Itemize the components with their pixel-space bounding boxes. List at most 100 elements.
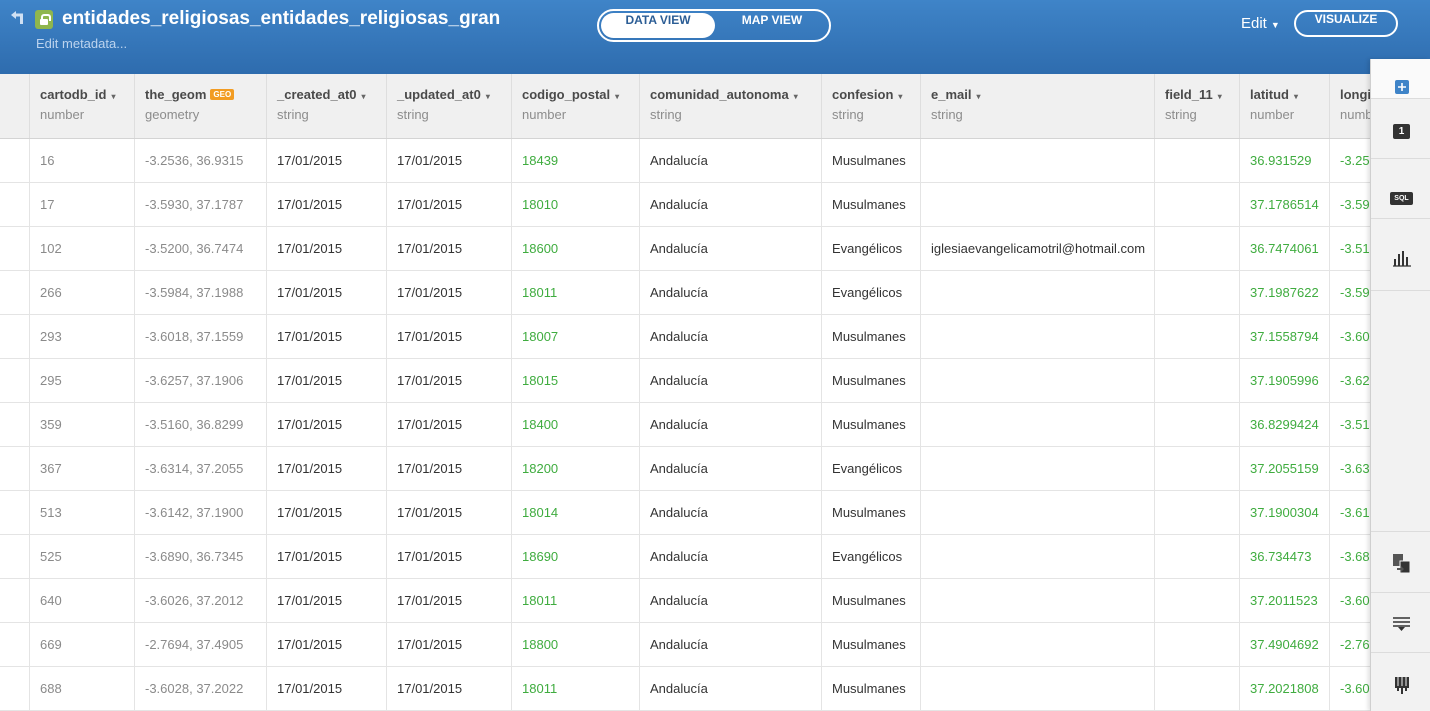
table-cell[interactable]: 17/01/2015 [266, 579, 386, 623]
table-cell[interactable]: 17/01/2015 [266, 491, 386, 535]
table-cell[interactable]: 669 [29, 623, 134, 667]
table-cell[interactable]: Musulmanes [821, 667, 920, 711]
table-cell[interactable]: -3.2536, 36.9315 [134, 139, 266, 183]
table-cell[interactable] [920, 359, 1154, 403]
table-cell[interactable]: 17/01/2015 [266, 667, 386, 711]
table-cell[interactable]: -3.6314, 37.2055 [134, 447, 266, 491]
table-cell[interactable]: 37.2011523 [1239, 579, 1329, 623]
table-cell[interactable]: 359 [29, 403, 134, 447]
table-cell[interactable] [1154, 227, 1239, 271]
table-cell[interactable]: 17/01/2015 [386, 667, 511, 711]
table-cell[interactable]: -3.5984, 37.1988 [134, 271, 266, 315]
table-cell[interactable]: 293 [29, 315, 134, 359]
histogram-button[interactable] [1371, 219, 1430, 291]
table-cell[interactable]: -3.6257, 37.1906 [134, 359, 266, 403]
table-cell[interactable] [920, 183, 1154, 227]
table-cell[interactable]: 17/01/2015 [386, 183, 511, 227]
table-cell[interactable]: Andalucía [639, 271, 821, 315]
table-cell[interactable] [1154, 447, 1239, 491]
table-cell[interactable]: 640 [29, 579, 134, 623]
table-cell[interactable]: 17/01/2015 [386, 491, 511, 535]
column-header--updated-at0[interactable]: _updated_at0 ▾ string [386, 74, 511, 138]
chevron-down-icon[interactable]: ▾ [486, 92, 490, 101]
chevron-down-icon[interactable]: ▾ [111, 92, 115, 101]
table-cell[interactable]: 17/01/2015 [266, 623, 386, 667]
table-cell[interactable] [920, 579, 1154, 623]
table-cell[interactable]: 17/01/2015 [266, 315, 386, 359]
table-cell[interactable]: 36.8299424 [1239, 403, 1329, 447]
table-cell[interactable]: Musulmanes [821, 491, 920, 535]
table-cell[interactable] [1154, 139, 1239, 183]
table-cell[interactable]: 367 [29, 447, 134, 491]
table-cell[interactable]: -3.6142, 37.1900 [134, 491, 266, 535]
column-header-latitud[interactable]: latitud ▾ number [1239, 74, 1329, 138]
map-view-tab[interactable]: MAP VIEW [717, 13, 827, 38]
table-cell[interactable]: 17/01/2015 [386, 447, 511, 491]
chevron-down-icon[interactable]: ▾ [794, 92, 798, 101]
table-cell[interactable]: 37.1905996 [1239, 359, 1329, 403]
table-cell[interactable]: iglesiaevangelicamotril@hotmail.com [920, 227, 1154, 271]
table-cell[interactable]: Andalucía [639, 491, 821, 535]
chevron-down-icon[interactable]: ▾ [615, 92, 619, 101]
table-cell[interactable] [1154, 579, 1239, 623]
table-cell[interactable]: 17/01/2015 [266, 227, 386, 271]
table-cell[interactable] [1154, 315, 1239, 359]
table-cell[interactable]: -3.5160, 36.8299 [134, 403, 266, 447]
table-cell[interactable]: 36.931529 [1239, 139, 1329, 183]
table-cell[interactable]: 37.2021808 [1239, 667, 1329, 711]
table-cell[interactable]: 17/01/2015 [386, 579, 511, 623]
table-cell[interactable] [920, 667, 1154, 711]
table-cell[interactable]: 17/01/2015 [386, 359, 511, 403]
table-cell[interactable]: -3.6026, 37.2012 [134, 579, 266, 623]
table-cell[interactable]: 37.1987622 [1239, 271, 1329, 315]
merge-tables-button[interactable] [1371, 531, 1430, 593]
chevron-down-icon[interactable]: ▾ [1218, 92, 1222, 101]
table-cell[interactable]: 17/01/2015 [266, 139, 386, 183]
column-header--created-at0[interactable]: _created_at0 ▾ string [266, 74, 386, 138]
table-cell[interactable]: 37.1558794 [1239, 315, 1329, 359]
table-cell[interactable]: Musulmanes [821, 139, 920, 183]
lock-icon[interactable] [35, 10, 53, 29]
table-cell[interactable]: 17/01/2015 [266, 271, 386, 315]
table-cell[interactable]: Musulmanes [821, 359, 920, 403]
data-view-tab[interactable]: DATA VIEW [601, 13, 715, 38]
column-header-field-11[interactable]: field_11 ▾ string [1154, 74, 1239, 138]
table-cell[interactable]: Andalucía [639, 403, 821, 447]
chevron-down-icon[interactable]: ▾ [362, 92, 366, 101]
table-cell[interactable]: 17/01/2015 [386, 271, 511, 315]
table-cell[interactable]: Musulmanes [821, 579, 920, 623]
column-header-confesion[interactable]: confesion ▾ string [821, 74, 920, 138]
table-cell[interactable]: -2.7694, 37.4905 [134, 623, 266, 667]
table-cell[interactable]: 18014 [511, 491, 639, 535]
table-cell[interactable]: 37.4904692 [1239, 623, 1329, 667]
table-cell[interactable]: Evangélicos [821, 535, 920, 579]
table-cell[interactable] [920, 491, 1154, 535]
table-cell[interactable]: 16 [29, 139, 134, 183]
table-cell[interactable] [1154, 535, 1239, 579]
table-cell[interactable]: 266 [29, 271, 134, 315]
table-cell[interactable]: Evangélicos [821, 271, 920, 315]
table-cell[interactable]: Andalucía [639, 535, 821, 579]
table-cell[interactable]: 17/01/2015 [386, 535, 511, 579]
table-cell[interactable]: 37.1900304 [1239, 491, 1329, 535]
table-cell[interactable]: -3.6890, 36.7345 [134, 535, 266, 579]
table-cell[interactable]: 295 [29, 359, 134, 403]
table-cell[interactable]: 17/01/2015 [386, 139, 511, 183]
table-cell[interactable]: 17/01/2015 [266, 403, 386, 447]
table-cell[interactable]: 688 [29, 667, 134, 711]
table-cell[interactable]: 18690 [511, 535, 639, 579]
table-cell[interactable]: 102 [29, 227, 134, 271]
table-cell[interactable]: 18439 [511, 139, 639, 183]
back-arrow-icon[interactable] [8, 10, 28, 28]
table-cell[interactable]: 37.2055159 [1239, 447, 1329, 491]
column-header-e-mail[interactable]: e_mail ▾ string [920, 74, 1154, 138]
table-cell[interactable]: -3.6028, 37.2022 [134, 667, 266, 711]
table-cell[interactable]: 17/01/2015 [386, 227, 511, 271]
table-cell[interactable] [1154, 667, 1239, 711]
visualize-button[interactable]: VISUALIZE [1294, 10, 1398, 37]
table-cell[interactable]: 36.734473 [1239, 535, 1329, 579]
table-cell[interactable]: Andalucía [639, 183, 821, 227]
table-cell[interactable]: 18015 [511, 359, 639, 403]
table-cell[interactable] [1154, 183, 1239, 227]
table-cell[interactable]: 18800 [511, 623, 639, 667]
